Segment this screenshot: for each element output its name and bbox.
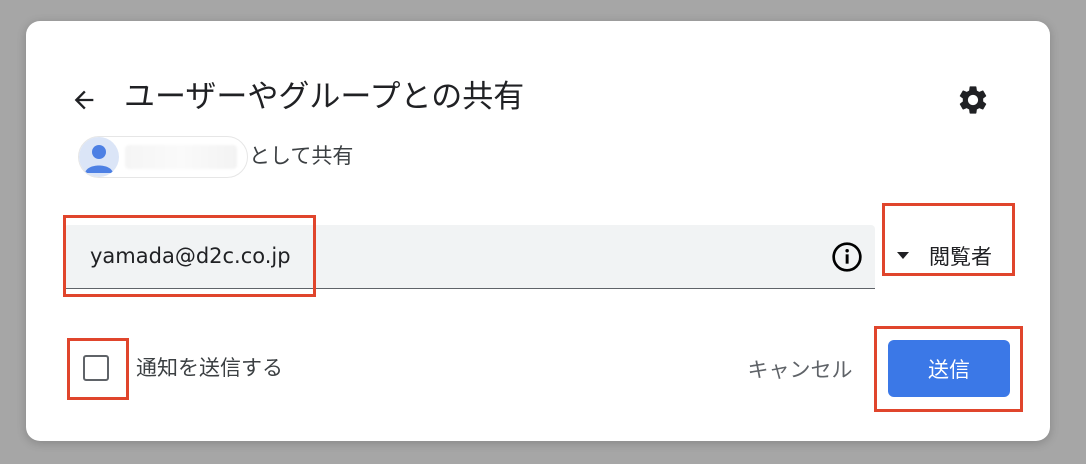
email-value[interactable]: yamada@d2c.co.jp (90, 241, 291, 271)
share-dialog: ユーザーやグループとの共有 として共有 yamada@d2c.co.jp 閲覧者… (26, 21, 1050, 441)
info-button[interactable] (830, 240, 864, 274)
role-select[interactable]: 閲覧者 (886, 225, 1014, 289)
dialog-title: ユーザーやグループとの共有 (124, 79, 525, 115)
share-as-label: として共有 (249, 144, 354, 168)
cancel-button[interactable]: キャンセル (728, 341, 872, 397)
info-icon (832, 242, 862, 272)
role-label: 閲覧者 (929, 245, 992, 269)
account-name-redacted (125, 145, 237, 169)
person-avatar-icon (85, 145, 113, 173)
notify-checkbox[interactable] (83, 355, 109, 381)
notify-label[interactable]: 通知を送信する (136, 353, 283, 383)
avatar (79, 137, 119, 177)
account-chip (78, 136, 248, 178)
settings-button[interactable] (954, 81, 992, 119)
gear-icon (959, 86, 987, 114)
arrow-left-icon (74, 90, 94, 110)
email-field[interactable]: yamada@d2c.co.jp (64, 225, 875, 289)
send-button[interactable]: 送信 (888, 340, 1010, 397)
caret-down-icon (897, 252, 909, 259)
back-button[interactable] (66, 82, 102, 118)
